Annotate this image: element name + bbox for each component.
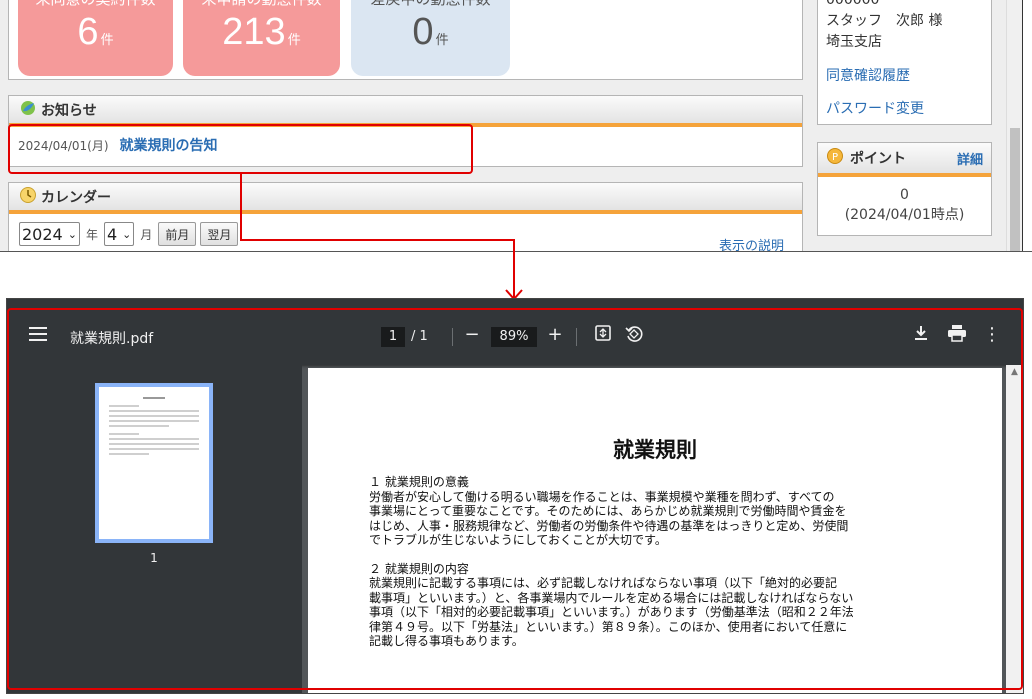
leaf-icon: [19, 99, 37, 121]
stats-panel: 未同意の契約件数 6件 未申請の勤怠件数 213件 差戻中の勤怠件数 0件: [8, 0, 803, 80]
notice-header: お知らせ: [9, 96, 802, 127]
user-branch: 埼玉支店: [826, 34, 882, 50]
calendar-section: カレンダー 2024 ⌄ 年 4 ⌄ 月 前月 翌月 表示の説明: [8, 182, 803, 251]
stat-label: 差戻中の勤怠件数: [351, 0, 510, 9]
year-select-value: 2024: [22, 224, 63, 244]
side-column: 000000 スタッフ 次郎 様 埼玉支店 同意確認履歴 パスワード変更 P ポ…: [812, 0, 1006, 251]
notice-title: お知らせ: [41, 102, 97, 119]
stat-value: 6: [77, 11, 99, 53]
stat-value: 0: [412, 11, 434, 53]
points-detail-link[interactable]: 詳細: [957, 149, 983, 168]
svg-text:P: P: [832, 152, 838, 163]
points-value: 0: [900, 187, 909, 203]
clock-icon: [19, 186, 37, 208]
month-select[interactable]: 4 ⌄: [103, 222, 135, 246]
month-unit: 月: [140, 227, 153, 242]
calendar-header: カレンダー: [9, 183, 802, 214]
points-header: P ポイント 詳細: [818, 143, 991, 177]
stat-card-unsubmitted-attendance[interactable]: 未申請の勤怠件数 213件: [183, 0, 340, 76]
chevron-down-icon: ⌄: [122, 227, 132, 241]
display-explanation-link[interactable]: 表示の説明: [719, 235, 784, 251]
points-box: P ポイント 詳細 0 (2024/04/01時点): [817, 142, 992, 236]
annotation-highlight-notice: [8, 124, 473, 174]
user-name: スタッフ 次郎 様: [826, 13, 943, 29]
scrollbar-thumb[interactable]: [1010, 128, 1020, 251]
year-unit: 年: [85, 227, 98, 242]
user-id: 000000: [826, 0, 880, 8]
stat-value: 213: [222, 11, 286, 53]
stat-label: 未同意の契約件数: [18, 0, 173, 9]
chevron-down-icon: ⌄: [67, 227, 77, 241]
screenshot-root: 未同意の契約件数 6件 未申請の勤怠件数 213件 差戻中の勤怠件数 0件: [0, 0, 1032, 699]
annotation-highlight-viewer: [7, 308, 1023, 690]
calendar-title: カレンダー: [41, 189, 111, 206]
user-info-box: 000000 スタッフ 次郎 様 埼玉支店 同意確認履歴 パスワード変更: [817, 0, 992, 125]
year-select[interactable]: 2024 ⌄: [19, 222, 80, 246]
stat-card-returned-attendance[interactable]: 差戻中の勤怠件数 0件: [351, 0, 510, 76]
stat-label: 未申請の勤怠件数: [183, 0, 340, 9]
stat-unit: 件: [287, 33, 301, 48]
points-title: ポイント: [850, 151, 906, 167]
consent-history-link[interactable]: 同意確認履歴: [826, 66, 991, 86]
stat-unit: 件: [435, 33, 449, 48]
password-change-link[interactable]: パスワード変更: [826, 99, 991, 119]
prev-month-button[interactable]: 前月: [158, 222, 197, 246]
page-scrollbar[interactable]: [1006, 0, 1022, 251]
stat-unit: 件: [100, 33, 114, 48]
coin-icon: P: [826, 147, 844, 169]
calendar-controls: 2024 ⌄ 年 4 ⌄ 月 前月 翌月: [9, 214, 802, 246]
next-month-button[interactable]: 翌月: [200, 222, 239, 246]
stat-card-unconsented-contracts[interactable]: 未同意の契約件数 6件: [18, 0, 173, 76]
points-as-of: (2024/04/01時点): [844, 207, 965, 223]
month-select-value: 4: [106, 224, 118, 244]
